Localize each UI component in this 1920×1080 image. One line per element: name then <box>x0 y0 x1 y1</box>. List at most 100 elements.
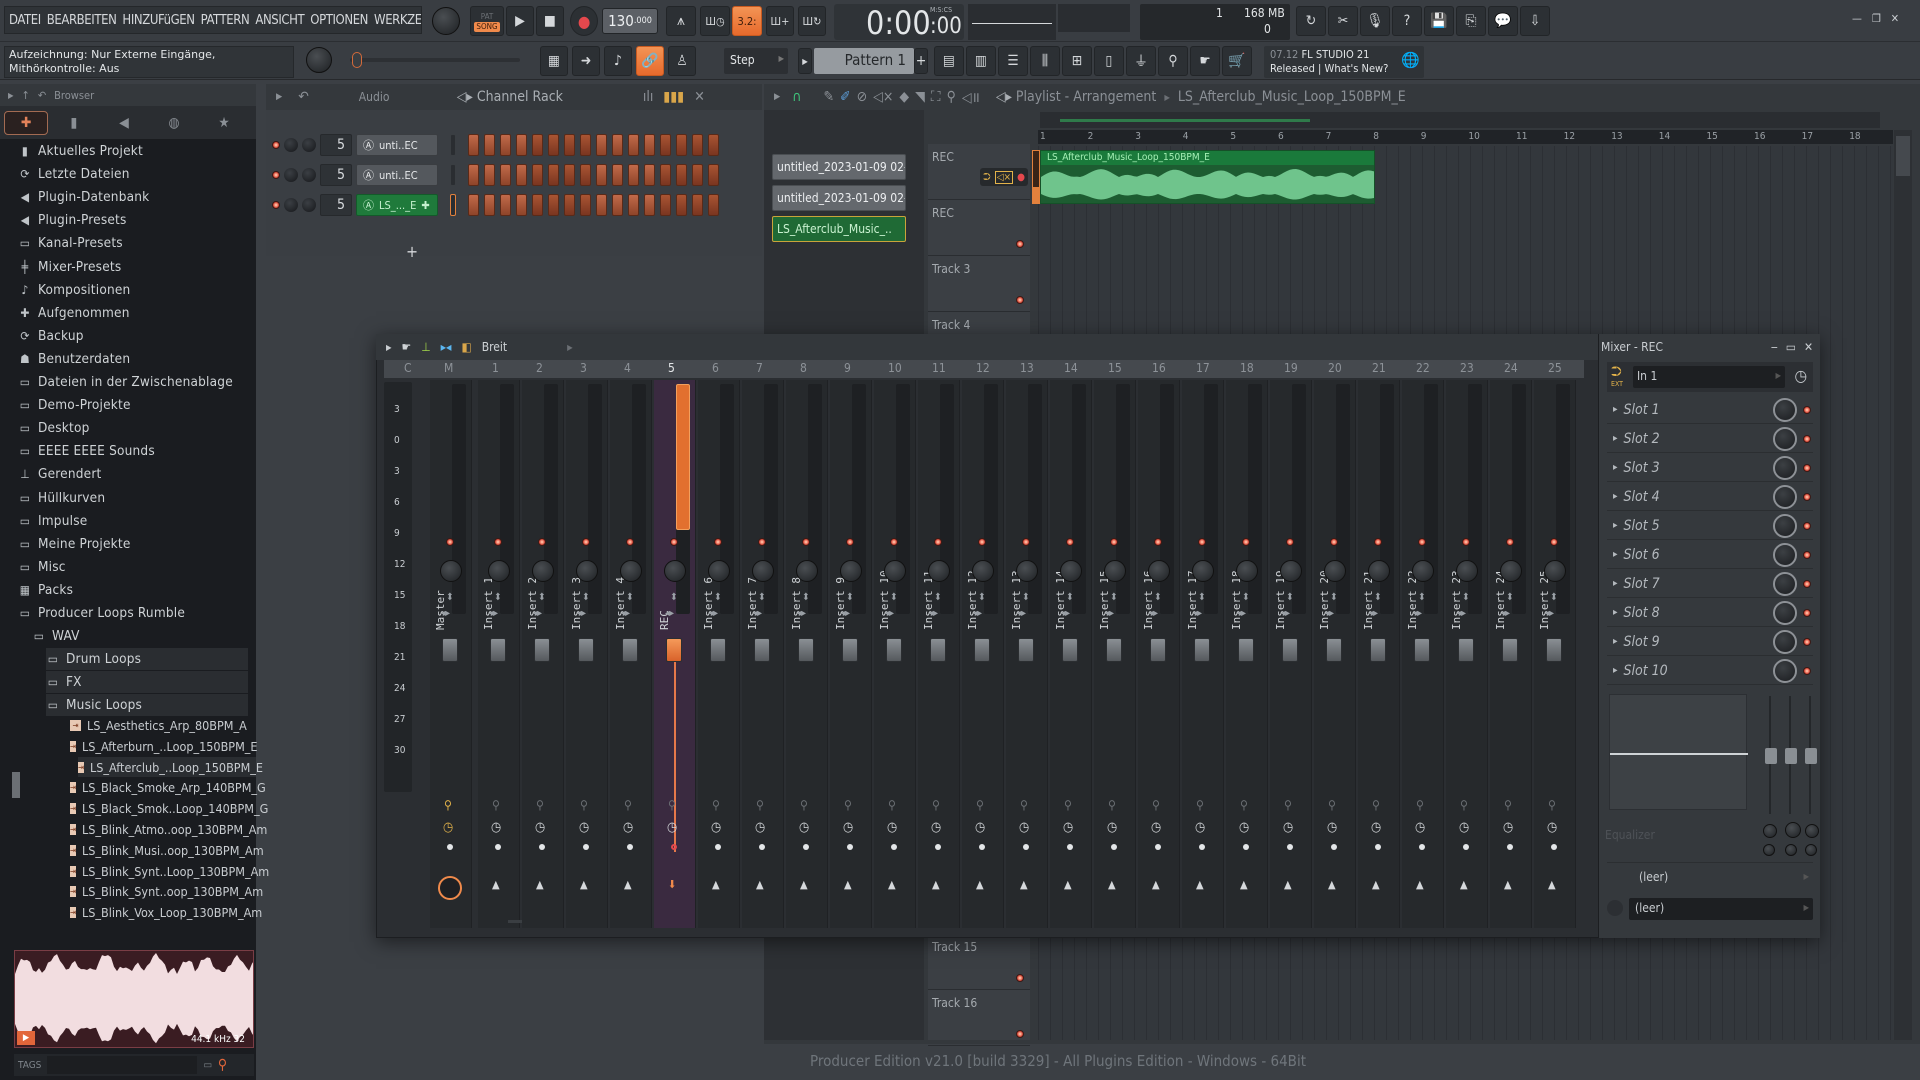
strip-pan-knob[interactable] <box>884 560 906 582</box>
step-button[interactable] <box>644 194 655 216</box>
arm-recording-icon[interactable]: ⚲ <box>1328 798 1336 812</box>
step-button[interactable] <box>708 134 719 156</box>
send-dot[interactable] <box>583 844 589 850</box>
latency-clock-icon[interactable]: ◷ <box>975 820 985 835</box>
latency-clock-icon[interactable]: ◷ <box>1195 820 1205 835</box>
slot-mix-knob[interactable] <box>1773 629 1797 654</box>
step-button[interactable] <box>628 134 639 156</box>
sample-preview-waveform[interactable]: ▶ 44.1 kHz 32 <box>14 950 254 1048</box>
send-dot[interactable] <box>671 844 677 850</box>
step-button[interactable] <box>660 194 671 216</box>
arm-recording-icon[interactable]: ⚲ <box>1020 798 1028 812</box>
arm-recording-icon[interactable]: ⚲ <box>1416 798 1424 812</box>
latency-clock-icon[interactable]: ◷ <box>1063 820 1073 835</box>
send-dot[interactable] <box>1287 844 1293 850</box>
browser-item[interactable]: ▭ Dateien in der Zwischenablage <box>18 371 233 393</box>
slot-enable-led[interactable] <box>1803 608 1811 617</box>
send-dot[interactable] <box>1419 844 1425 850</box>
wait-for-input-button[interactable]: Ш◷ <box>700 6 730 36</box>
route-arrow-up-icon[interactable]: ▲ <box>1416 878 1424 891</box>
stereo-separation-icon[interactable]: ⬍ <box>1374 592 1382 603</box>
minimize-icon[interactable]: ‒ <box>1771 340 1778 354</box>
undo-icon[interactable]: ↶ <box>298 89 309 105</box>
step-button[interactable] <box>516 194 527 216</box>
strip-pan-knob[interactable] <box>1104 560 1126 582</box>
latency-clock-icon[interactable]: ◷ <box>491 820 501 835</box>
step-button[interactable] <box>564 134 575 156</box>
strip-pan-knob[interactable] <box>840 560 862 582</box>
track-header[interactable]: Track 16 <box>928 990 1030 1046</box>
effect-slot[interactable]: ▸ Slot 10 <box>1607 657 1813 685</box>
arm-recording-icon[interactable]: ⚲ <box>712 798 720 812</box>
route-arrow-up-icon[interactable]: ▲ <box>1152 878 1160 891</box>
tab-all[interactable]: ✚ <box>4 111 48 135</box>
latency-clock-icon[interactable]: ◷ <box>579 820 589 835</box>
browser-item[interactable]: ✚ Aufgenommen <box>18 302 130 324</box>
undo-button[interactable]: ↻ <box>1296 6 1326 36</box>
project-button[interactable]: ▯ <box>1094 46 1124 76</box>
step-button[interactable] <box>628 164 639 186</box>
piano-roll-window-button[interactable]: ▥ <box>966 46 996 76</box>
swap-channels-icon[interactable]: ◂▸ <box>1149 608 1158 619</box>
strip-enable-led[interactable] <box>1506 538 1514 546</box>
snap-select[interactable]: Step ▶ <box>724 48 788 74</box>
restore-icon[interactable]: ❐ <box>1872 12 1881 30</box>
effect-slot[interactable]: ▸ Slot 2 <box>1607 425 1813 453</box>
shop-button[interactable]: 🛒 <box>1222 46 1252 76</box>
swap-channels-icon[interactable]: ◂▸ <box>1237 608 1246 619</box>
close-icon[interactable]: ✕ <box>1804 340 1813 354</box>
slot-enable-led[interactable] <box>1803 550 1811 559</box>
strip-enable-led[interactable] <box>1066 538 1074 546</box>
eq-high-slider[interactable] <box>1805 748 1817 764</box>
timeline-ruler[interactable]: 1 2 3 4 5 6 7 8 9 10 11 12 13 14 15 16 17 18 <box>1038 130 1893 144</box>
slot-mix-knob[interactable] <box>1773 455 1797 480</box>
countdown-button[interactable]: 3.2: <box>732 6 762 36</box>
back-icon[interactable]: ↶ <box>38 89 46 102</box>
mixer-strip[interactable]: Insert 4 ⬍ ◂▸ ⚲ ◷ ▲ <box>610 380 652 928</box>
browser-item[interactable]: ⟳ Letzte Dateien <box>18 163 130 185</box>
eq-low-bw-knob[interactable] <box>1763 844 1775 856</box>
arm-recording-icon[interactable]: ⚲ <box>1196 798 1204 812</box>
mixer-width-mode[interactable]: Breit <box>482 340 507 354</box>
route-arrow-up-icon[interactable]: ▲ <box>1020 878 1028 891</box>
arm-recording-icon[interactable]: ⚲ <box>1504 798 1512 812</box>
stereo-separation-icon[interactable]: ⬍ <box>1506 592 1514 603</box>
browser-file[interactable]: ⇥ LS_Blink_Synt..oop_130BPM_Am <box>70 882 263 902</box>
channel-mute-led[interactable] <box>272 171 280 179</box>
volume-fader[interactable] <box>930 638 946 662</box>
columns-icon[interactable]: ▮▮▮ <box>663 89 684 105</box>
mixer-strip[interactable]: Insert 21 ⬍ ◂▸ ⚲ ◷ ▲ <box>1358 380 1400 928</box>
volume-fader[interactable] <box>1502 638 1518 662</box>
strip-enable-led[interactable] <box>1154 538 1162 546</box>
strip-pan-knob[interactable] <box>440 560 462 582</box>
volume-fader[interactable] <box>1414 638 1430 662</box>
strip-pan-knob[interactable] <box>620 560 642 582</box>
volume-fader[interactable] <box>1546 638 1562 662</box>
strip-pan-knob[interactable] <box>1500 560 1522 582</box>
slot-mix-knob[interactable] <box>1773 426 1797 451</box>
browser-subfolder[interactable]: ▭ Music Loops <box>46 694 248 717</box>
slot-enable-led[interactable] <box>1803 579 1811 588</box>
channel-rack-button[interactable]: ☰ <box>998 46 1028 76</box>
step-button[interactable] <box>612 164 623 186</box>
strip-enable-led[interactable] <box>1022 538 1030 546</box>
latency-clock-icon[interactable]: ◷ <box>535 820 545 835</box>
send-dot[interactable] <box>1243 844 1249 850</box>
strip-pan-knob[interactable] <box>1544 560 1566 582</box>
graph-icon[interactable]: ılı <box>643 89 654 105</box>
step-button[interactable] <box>644 164 655 186</box>
track-header[interactable]: Track 15 <box>928 934 1030 990</box>
mute-icon[interactable]: ◁× <box>873 89 893 105</box>
arm-recording-icon[interactable]: ⚲ <box>976 798 984 812</box>
stereo-separation-icon[interactable]: ⬍ <box>670 592 678 603</box>
send-dot[interactable] <box>803 844 809 850</box>
eq-high-bw-knob[interactable] <box>1805 844 1817 856</box>
stereo-separation-icon[interactable]: ⬍ <box>494 592 502 603</box>
step-button[interactable] <box>484 134 495 156</box>
browser-file[interactable]: ⇥ LS_Blink_Musi..oop_130BPM_Am <box>70 840 264 860</box>
step-button[interactable] <box>468 164 479 186</box>
swap-channels-icon[interactable]: ◂▸ <box>441 608 450 619</box>
pat-song-toggle[interactable]: PAT SONG <box>470 6 504 36</box>
record-button[interactable]: ● <box>570 6 598 36</box>
strip-enable-led[interactable] <box>626 538 634 546</box>
